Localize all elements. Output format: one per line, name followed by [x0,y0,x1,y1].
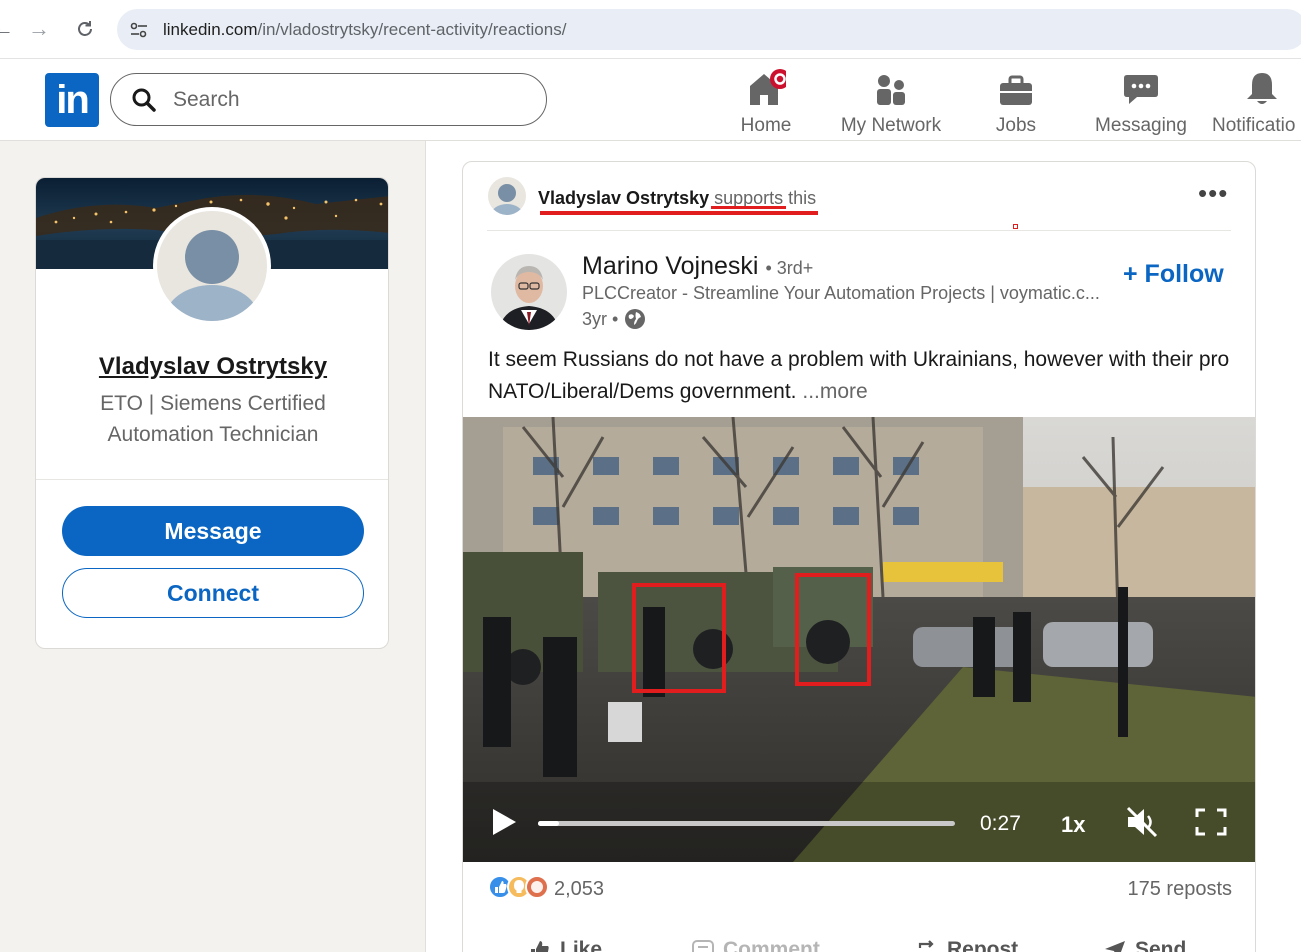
briefcase-icon [999,67,1033,107]
globe-icon [625,309,646,329]
network-icon [874,67,908,107]
context-name[interactable]: Vladyslav Ostrytsky [538,188,709,208]
nav-label-messaging: Messaging [1095,115,1187,136]
author-name[interactable]: Marino Vojneski • 3rd+ [582,252,813,281]
messaging-icon [1123,67,1159,107]
comment-icon [692,940,714,952]
author-photo[interactable] [491,254,567,330]
profile-avatar[interactable] [153,207,271,325]
playback-speed-button[interactable]: 1x [1061,812,1085,838]
profile-name[interactable]: Vladyslav Ostrytsky [36,353,388,381]
bell-icon [1212,67,1301,107]
url-text: linkedin.com/in/vladostrytsky/recent-act… [163,20,567,39]
nav-home[interactable]: Home [734,67,798,137]
connection-degree: • 3rd+ [765,258,814,278]
avatar-placeholder-icon [157,211,267,321]
post-card: Vladyslav Ostrytsky supports this ••• Ma… [462,161,1256,952]
post-actions: Like Comment Repost Send [463,932,1255,952]
divider [487,230,1231,231]
send-button[interactable]: Send [1103,938,1186,952]
send-icon [1105,941,1125,952]
profile-card: Vladyslav Ostrytsky ETO | Siemens Certif… [35,177,389,649]
browser-toolbar: ← → linkedin.com/in/vladostrytsky/recent… [0,0,1301,59]
back-icon[interactable]: ← [0,14,18,44]
nav-notifications[interactable]: Notificatio [1212,67,1301,137]
reaction-count[interactable]: 2,053 [554,878,604,901]
linkedin-header: in Home My Network Jobs Messaging Notif [0,59,1301,141]
linkedin-logo[interactable]: in [45,73,99,127]
site-settings-icon[interactable] [129,20,149,45]
repost-button[interactable]: Repost [915,938,1018,952]
repost-count[interactable]: 175 reposts [1127,878,1232,901]
post-context-bar: Vladyslav Ostrytsky supports this ••• [463,162,1255,232]
repost-icon [918,940,936,952]
home-icon [746,67,786,107]
divider [36,479,388,480]
profile-headline: ETO | Siemens Certified Automation Techn… [100,392,326,446]
nav-label-notifications: Notificatio [1212,115,1296,136]
play-icon[interactable] [490,807,518,837]
context-action: supports this [714,188,817,208]
forward-icon[interactable]: → [24,14,54,44]
nav-label-my-network: My Network [840,115,942,136]
like-button[interactable]: Like [528,938,602,952]
post-text: It seem Russians do not have a problem w… [488,348,1230,403]
more-options-icon[interactable]: ••• [1198,178,1228,209]
address-bar[interactable]: linkedin.com/in/vladostrytsky/recent-act… [117,9,1301,50]
connect-button[interactable]: Connect [62,568,364,618]
follow-button[interactable]: + Follow [1123,260,1224,289]
nav-label-home: Home [740,115,792,136]
search-icon [131,87,157,118]
social-counts: 2,053 175 reposts [488,874,1232,904]
video-time: 0:27 [980,812,1021,835]
author-headline: PLCCreator - Streamline Your Automation … [582,283,1100,303]
like-icon [531,941,549,952]
mute-icon[interactable] [1125,805,1159,839]
nav-messaging[interactable]: Messaging [1094,67,1188,137]
video-controls [463,792,1255,862]
comment-button[interactable]: Comment [691,938,820,952]
nav-jobs[interactable]: Jobs [985,67,1047,137]
nav-my-network[interactable]: My Network [838,67,944,137]
nav-label-jobs: Jobs [995,115,1037,136]
fullscreen-icon[interactable] [1195,808,1227,836]
annotation-marker [1013,224,1018,229]
context-avatar[interactable] [488,177,526,215]
message-button[interactable]: Message [62,506,364,556]
post-time: 3yr • [582,308,646,330]
search-box[interactable] [110,73,547,126]
annotation-underline [540,211,818,215]
reaction-icons[interactable] [488,874,550,900]
annotation-underline-supports [711,206,786,209]
search-input[interactable] [173,86,513,114]
video-progress-fill [538,821,559,826]
reload-icon[interactable] [70,14,100,44]
see-more-link[interactable]: ...more [802,380,867,403]
video-progress-bar[interactable] [538,821,955,826]
